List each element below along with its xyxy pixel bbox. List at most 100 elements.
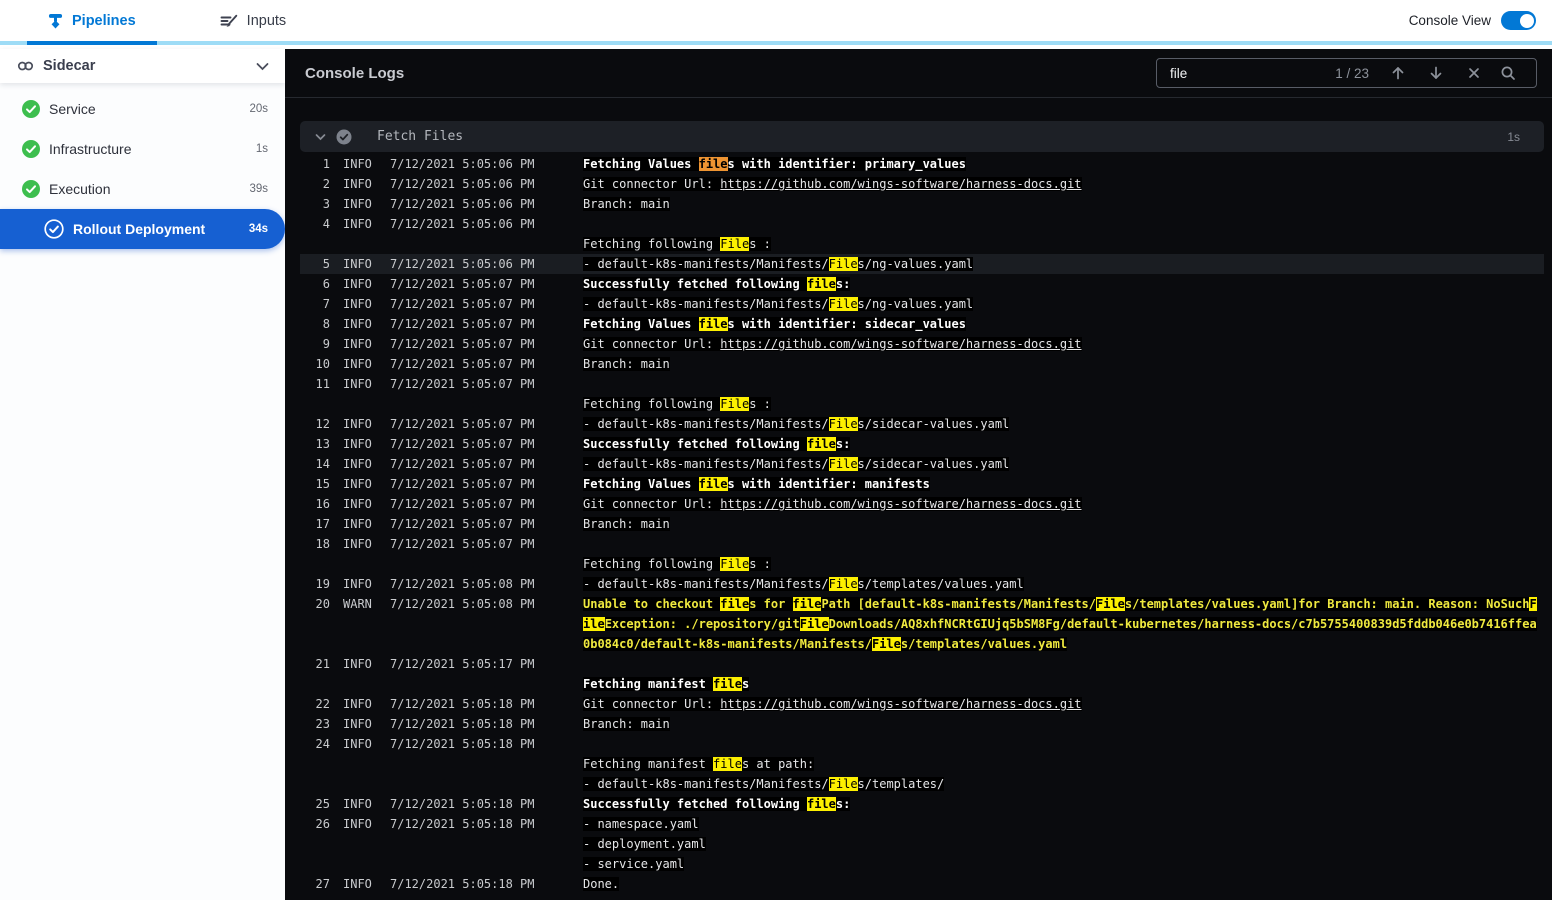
log-timestamp: 7/12/2021 5:05:08 PM [390,577,535,591]
console-title: Console Logs [305,64,405,82]
log-line-number: 4 [322,217,330,231]
chevron-down-icon[interactable] [256,62,269,71]
clear-search-icon[interactable] [1455,67,1493,79]
log-link[interactable]: https://github.com/wings-software/harnes… [720,497,1082,511]
step-duration: 1s [255,143,268,155]
log-text: s/templates/values.yaml]for Branch: main… [1124,597,1530,611]
sidebar-item-execution[interactable]: Execution 39s [0,169,285,209]
log-line-number: 17 [315,517,330,531]
log-text: Branch: main [583,717,670,731]
pipelines-icon [48,12,63,30]
tab-inputs[interactable]: Inputs [199,0,308,41]
console-view-label: Console View [1408,13,1491,28]
log-text: s/templates/ [857,777,945,791]
log-text: Exception: ./repository/git [604,617,800,631]
log-section-fetch-files[interactable]: Fetch Files 1s [300,121,1544,152]
log-text: s with identifier: primary_values [727,157,966,171]
log-level: INFO [343,817,372,831]
log-row: 21 INFO 7/12/2021 5:05:17 PM [300,654,1544,674]
log-row: 22 INFO 7/12/2021 5:05:18 PM Git connector … [300,694,1544,714]
log-timestamp: 7/12/2021 5:05:17 PM [390,657,535,671]
section-title: Fetch Files [377,129,464,144]
log-line-number: 11 [315,377,330,391]
previous-match-button[interactable] [1379,65,1417,81]
console-pane: Console Logs 1 / 23 [285,49,1552,900]
log-line-number: 3 [322,197,330,211]
search-match: File [828,257,858,271]
stage-header[interactable]: Sidecar [0,49,285,83]
search-match: File [828,297,858,311]
log-row: 14 INFO 7/12/2021 5:05:07 PM - default-k8s-… [300,454,1544,474]
log-timestamp: 7/12/2021 5:05:07 PM [390,277,535,291]
log-text: Done. [583,877,620,891]
top-nav: Pipelines Inputs Console View [0,0,1552,45]
search-match: file [698,157,728,171]
log-link[interactable]: https://github.com/wings-software/harnes… [720,337,1082,351]
console-view-toggle[interactable] [1501,11,1536,30]
sidebar-item-infrastructure[interactable]: Infrastructure 1s [0,129,285,169]
log-text: s [741,677,750,691]
step-label: Infrastructure [49,141,132,157]
log-message: Fetching following Files : [583,397,1544,411]
log-line-number: 16 [315,497,330,511]
log-timestamp: 7/12/2021 5:05:08 PM [390,597,535,611]
log-timestamp: 7/12/2021 5:05:07 PM [390,417,535,431]
log-message: - default-k8s-manifests/Manifests/Files/… [583,297,1544,311]
next-match-button[interactable] [1417,65,1455,81]
log-line-number: 20 [315,597,330,611]
log-link[interactable]: https://github.com/wings-software/harnes… [720,177,1082,191]
log-text: s : [749,237,771,251]
step-label: Execution [49,181,111,197]
log-message: Unable to checkout files for filePath [d… [583,597,1544,611]
log-message: - default-k8s-manifests/Manifests/Files/… [583,777,1544,791]
log-level: INFO [343,277,372,291]
sidecar-link-icon [17,60,34,72]
log-text: Successfully fetched following [583,437,807,451]
log-text: Git connector Url: [583,177,721,191]
log-message: Fetching Values files with identifier: s… [583,317,1544,331]
search-match: File [828,577,858,591]
log-message: Successfully fetched following files: [583,277,1544,291]
section-chevron-down-icon[interactable] [315,133,326,141]
log-row: 16 INFO 7/12/2021 5:05:07 PM Git connector … [300,494,1544,514]
log-text: Fetching following [583,237,721,251]
log-level: INFO [343,537,372,551]
search-match: file [720,597,750,611]
log-link[interactable]: https://github.com/wings-software/harnes… [720,697,1082,711]
log-text: 0b084c0/default-k8s-manifests/Manifests/ [583,637,872,651]
log-message: Git connector Url: https://github.com/wi… [583,177,1544,191]
log-row: - deployment.yaml [300,834,1544,854]
log-timestamp: 7/12/2021 5:05:06 PM [390,197,535,211]
search-match: file [713,677,742,691]
log-text: Branch: main [583,197,670,211]
log-level: WARN [343,597,372,611]
log-level: INFO [343,437,372,451]
log-message: Fetching manifest files at path: [583,757,1544,771]
search-match: file [792,597,822,611]
sidebar-item-rollout-deployment[interactable]: Rollout Deployment 34s [0,209,285,249]
log-timestamp: 7/12/2021 5:05:06 PM [390,257,535,271]
log-text: s/sidecar-values.yaml [857,457,1010,471]
sidebar-item-service[interactable]: Service 20s [0,89,285,129]
log-line-number: 27 [315,877,330,891]
log-message: Branch: main [583,517,1544,531]
search-input[interactable] [1170,65,1336,81]
log-text: Successfully fetched following [583,277,807,291]
log-text: - service.yaml [583,857,685,871]
search-match: file [806,437,836,451]
search-icon[interactable] [1493,65,1523,81]
log-timestamp: 7/12/2021 5:05:18 PM [390,717,535,731]
log-line-number: 2 [322,177,330,191]
log-message: - default-k8s-manifests/Manifests/Files/… [583,577,1544,591]
tab-pipelines[interactable]: Pipelines [27,0,157,45]
step-success-icon [22,140,40,158]
log-line-number: 15 [315,477,330,491]
log-row: 26 INFO 7/12/2021 5:05:18 PM - namespace.ya… [300,814,1544,834]
log-row: ileException: ./repository/gitFileDownlo… [300,614,1544,634]
log-text: s/templates/values.yaml [900,637,1068,651]
log-level: INFO [343,477,372,491]
log-text: - default-k8s-manifests/Manifests/ [583,257,829,271]
log-text: s/ng-values.yaml [857,257,974,271]
log-level: INFO [343,577,372,591]
log-row: 19 INFO 7/12/2021 5:05:08 PM - default-k8s-… [300,574,1544,594]
